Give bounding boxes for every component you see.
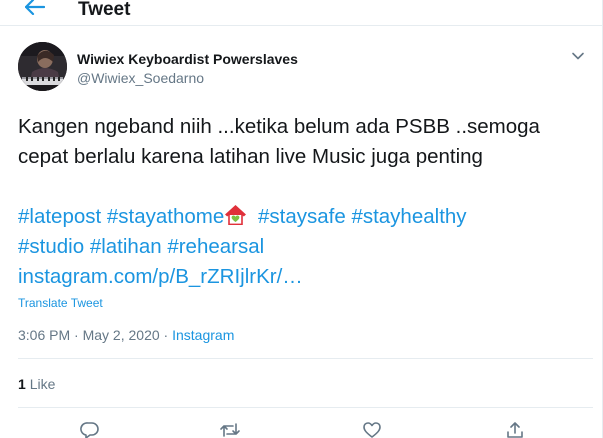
retweet-icon xyxy=(219,420,241,438)
author-display-name[interactable]: Wiwiex Keyboardist Powerslaves xyxy=(77,51,298,67)
hashtag-link[interactable]: #stayhealthy xyxy=(351,205,466,228)
heart-icon xyxy=(362,420,382,438)
hashtag-row: #studio #latihan #rehearsal xyxy=(18,232,593,262)
share-button[interactable] xyxy=(503,420,527,438)
avatar[interactable] xyxy=(18,42,67,91)
hashtag-link[interactable]: #staysafe xyxy=(258,205,346,228)
divider xyxy=(18,358,593,359)
meta-separator: · xyxy=(70,327,83,343)
chevron-down-icon xyxy=(571,48,585,66)
tweet-time[interactable]: 3:06 PM xyxy=(18,327,70,343)
meta-separator: · xyxy=(159,327,173,343)
tweet-body: Kangen ngeband niih ...ketika belum ada … xyxy=(18,112,593,292)
house-with-heart-emoji xyxy=(224,204,247,226)
tweet-source-link[interactable]: Instagram xyxy=(172,327,234,343)
hashtag-row: #latepost #stayathome #staysafe #stayhea… xyxy=(18,202,593,232)
reply-button[interactable] xyxy=(78,420,102,438)
hashtag-link[interactable]: #latepost xyxy=(18,205,101,228)
hashtag-link[interactable]: #rehearsal xyxy=(167,235,264,258)
likes-label: Like xyxy=(29,376,56,392)
external-link[interactable]: instagram.com/p/B_rZRIjlrKr/… xyxy=(18,262,593,292)
hashtag-link[interactable]: #stayathome xyxy=(107,205,224,228)
hashtag-link[interactable]: #studio xyxy=(18,235,84,258)
tweet-text-line: Kangen ngeband niih ...ketika belum ada … xyxy=(18,115,540,138)
like-button[interactable] xyxy=(360,420,384,438)
translate-tweet-link[interactable]: Translate Tweet xyxy=(18,296,103,310)
tweet-text-line: cepat berlalu karena latihan live Music … xyxy=(18,145,483,168)
top-bar: Tweet xyxy=(0,0,603,26)
tweet-metadata: 3:06 PM · May 2, 2020 · Instagram xyxy=(18,327,234,343)
hashtag-link[interactable]: #latihan xyxy=(90,235,162,258)
author-handle[interactable]: @Wiwiex_Soedarno xyxy=(77,70,204,86)
arrow-left-icon xyxy=(24,0,46,20)
likes-number: 1 xyxy=(18,376,26,392)
retweet-button[interactable] xyxy=(218,422,242,438)
more-options-button[interactable] xyxy=(568,48,588,66)
page-title: Tweet xyxy=(78,0,131,20)
share-icon xyxy=(505,420,525,438)
reply-icon xyxy=(80,420,100,438)
likes-count[interactable]: 1 Like xyxy=(18,376,55,392)
divider xyxy=(18,407,593,408)
back-button[interactable] xyxy=(22,0,48,21)
tweet-date[interactable]: May 2, 2020 xyxy=(83,327,160,343)
